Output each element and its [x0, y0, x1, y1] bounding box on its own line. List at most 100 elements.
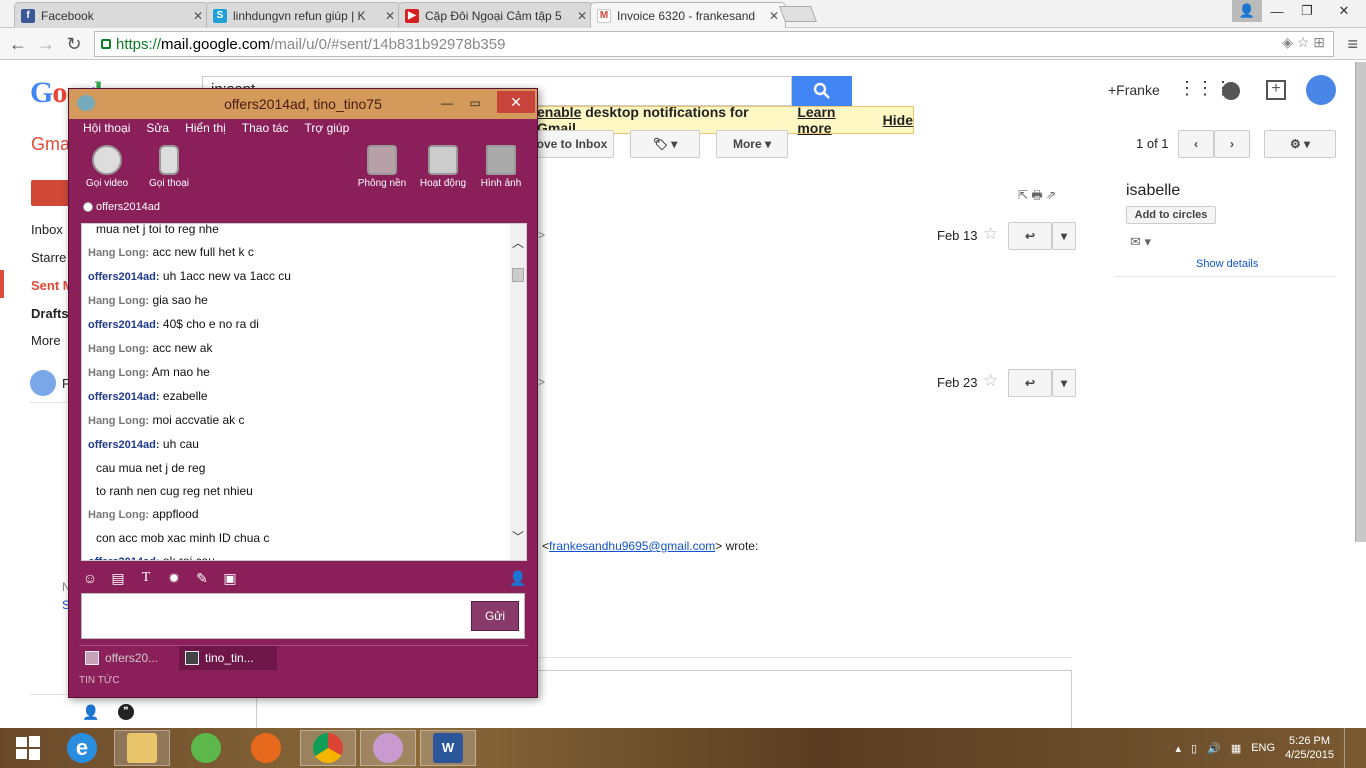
hide-link[interactable]: Hide — [883, 112, 913, 128]
close-icon[interactable]: ✕ — [193, 9, 203, 23]
sidebar-item-drafts[interactable]: Drafts — [31, 306, 69, 321]
settings-gear-icon[interactable]: ⚙ ▾ — [1264, 130, 1336, 158]
menu-edit[interactable]: Sửa — [146, 121, 169, 141]
reload-icon[interactable]: ↻ — [62, 32, 86, 56]
photos-button[interactable]: Hình ảnh — [469, 145, 533, 189]
coccoc-icon[interactable] — [178, 730, 234, 766]
show-hidden-icon[interactable]: ▴ — [1176, 742, 1182, 755]
mail-icon[interactable]: ✉ ▾ — [1130, 234, 1151, 250]
news-label[interactable]: TIN TỨC — [79, 675, 120, 686]
minimize-button[interactable]: — — [433, 93, 461, 113]
chat-history[interactable]: mua net j toi to reg nhe Hang Long: acc n… — [81, 223, 527, 561]
tab-offers2014ad[interactable]: offers20... — [79, 646, 177, 670]
tab-skype[interactable]: S linhdungvn refun giúp | K ✕ — [206, 2, 402, 28]
labels-button[interactable]: 🏷 ▾ — [630, 130, 700, 158]
move-to-inbox-button[interactable]: ove to Inbox — [530, 130, 614, 158]
gmail-label[interactable]: Gma — [31, 134, 70, 155]
notifications-icon[interactable] — [1222, 82, 1240, 100]
menu-help[interactable]: Trợ giúp — [304, 121, 349, 141]
next-icon[interactable]: › — [1214, 130, 1250, 158]
person-icon[interactable]: 👤 — [82, 704, 99, 721]
sidebar-item-more[interactable]: More — [31, 333, 61, 348]
audibles-icon[interactable]: ✹ — [165, 570, 183, 587]
video-call-button[interactable]: Gọi video — [75, 145, 139, 189]
tab-youtube[interactable]: ▶ Cặp Đôi Ngoại Cảm tập 5 ✕ — [398, 2, 594, 28]
avatar[interactable] — [1306, 75, 1336, 105]
file-explorer-icon[interactable] — [114, 730, 170, 766]
network-icon[interactable]: ▦ — [1231, 742, 1241, 755]
email-link[interactable]: frankesandhu9695@gmail.com — [549, 539, 715, 553]
word-icon[interactable]: W — [420, 730, 476, 766]
user-name-link[interactable]: +Franke — [1108, 82, 1160, 98]
attach-icon[interactable]: ✎ — [193, 570, 211, 587]
close-button[interactable]: ✕ — [497, 91, 535, 113]
share-plus-icon[interactable]: + — [1266, 80, 1286, 100]
yahoo-messenger-icon[interactable] — [360, 730, 416, 766]
share-photos-icon[interactable]: ▣ — [221, 570, 239, 587]
menu-actions[interactable]: Thao tác — [242, 121, 289, 141]
page-scrollbar[interactable] — [1355, 62, 1366, 542]
minimize-button[interactable]: — — [1262, 0, 1292, 22]
close-window-button[interactable]: ✕ — [1322, 0, 1366, 22]
webcam-icon — [92, 145, 122, 175]
maximize-button[interactable]: ▭ — [461, 93, 489, 113]
emoticon-icon[interactable]: ☺ — [81, 570, 99, 586]
more-actions-icon[interactable]: ▾ — [1052, 222, 1076, 250]
scroll-thumb[interactable] — [512, 268, 524, 282]
scroll-down-icon[interactable]: ﹀ — [512, 528, 524, 545]
text-format-icon[interactable]: T — [137, 570, 155, 586]
prev-icon[interactable]: ‹ — [1178, 130, 1214, 158]
message-input[interactable] — [81, 593, 525, 639]
forward-icon[interactable]: → — [34, 32, 58, 56]
close-icon[interactable]: ✕ — [769, 9, 779, 23]
sidebar-item-starred[interactable]: Starre — [31, 250, 66, 265]
user-icon[interactable]: 👤 — [1232, 0, 1262, 22]
activities-button[interactable]: Hoạt động — [411, 145, 475, 189]
clock[interactable]: 5:26 PM 4/25/2015 — [1285, 734, 1334, 762]
more-actions-icon[interactable]: ▾ — [1052, 369, 1076, 397]
tab-tino[interactable]: tino_tin... — [179, 646, 277, 670]
show-details-link[interactable]: Show details — [1196, 258, 1258, 270]
tab-facebook[interactable]: f Facebook ✕ — [14, 2, 210, 28]
address-bar[interactable]: https://mail.google.com/mail/u/0/#sent/1… — [94, 31, 1334, 57]
star-icon[interactable]: ☆ — [983, 224, 998, 244]
add-to-circles-button[interactable]: Add to circles — [1126, 206, 1216, 224]
menu-view[interactable]: Hiển thị — [185, 121, 226, 141]
back-icon[interactable]: ← — [6, 32, 30, 56]
firefox-icon[interactable] — [238, 730, 294, 766]
battery-icon[interactable]: ▯ — [1191, 742, 1197, 755]
close-icon[interactable]: ✕ — [385, 9, 395, 23]
show-desktop-button[interactable] — [1344, 728, 1352, 768]
new-tab-button[interactable] — [779, 6, 817, 22]
chrome-icon[interactable] — [300, 730, 356, 766]
internet-explorer-icon[interactable]: e — [54, 730, 110, 766]
learn-more-link[interactable]: Learn more — [797, 104, 870, 136]
menu-icon[interactable]: ≡ — [1347, 34, 1358, 55]
reply-icon[interactable]: ↩ — [1008, 222, 1052, 250]
reply-icon[interactable]: ↩ — [1008, 369, 1052, 397]
chat-scrollbar[interactable]: ︿ ﹀ — [510, 224, 526, 560]
more-button[interactable]: More ▾ — [716, 130, 788, 158]
sidebar-item-inbox[interactable]: Inbox — [31, 222, 63, 237]
volume-icon[interactable]: 🔊 — [1207, 742, 1221, 755]
start-windows-icon[interactable] — [0, 730, 56, 766]
tab-gmail[interactable]: M Invoice 6320 - frankesand ✕ — [590, 2, 786, 28]
menu-conversation[interactable]: Hội thoại — [83, 121, 130, 141]
maximize-button[interactable]: ❐ — [1292, 0, 1322, 22]
bookmark-star-icon[interactable]: ◈ ☆ ⊞ — [1282, 34, 1325, 51]
voice-call-button[interactable]: Gọi thoại — [137, 145, 201, 189]
search-button[interactable] — [792, 76, 852, 106]
buzz-icon[interactable]: ▤ — [109, 570, 127, 587]
language-indicator[interactable]: ENG — [1251, 742, 1275, 754]
background-button[interactable]: Phông nền — [350, 145, 414, 189]
scroll-up-icon[interactable]: ︿ — [512, 234, 524, 251]
hangouts-avatar[interactable] — [30, 370, 56, 396]
close-icon[interactable]: ✕ — [577, 9, 587, 23]
send-button[interactable]: Gửi — [471, 601, 519, 631]
thread-actions-icon[interactable]: ⇱ 🖶 ⇗ — [1018, 186, 1056, 207]
quote-chat-icon[interactable]: ❞ — [118, 704, 134, 720]
microphone-icon — [159, 145, 179, 175]
enable-link[interactable]: enable — [537, 104, 581, 120]
contact-card-icon[interactable]: 👤 — [509, 570, 527, 587]
star-icon[interactable]: ☆ — [983, 371, 998, 391]
